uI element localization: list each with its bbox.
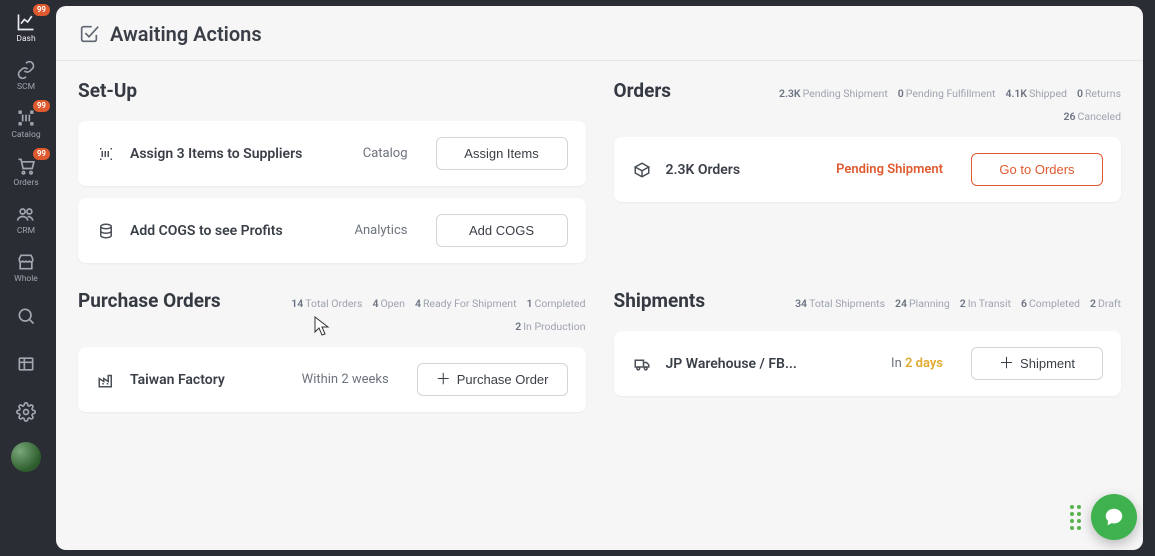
barcode-icon [96,144,116,164]
section-title: Shipments [614,289,706,312]
add-shipment-button[interactable]: ＋Shipment [971,347,1103,380]
orders-section: Orders 2.3KPending Shipment 0Pending Ful… [614,79,1122,275]
card-title: Taiwan Factory [130,372,290,388]
sidebar-item-label: Whole [14,274,38,284]
chart-line-icon [16,12,36,32]
shipments-card: JP Warehouse / FB... In 2 days ＋Shipment [614,331,1122,396]
badge: 99 [33,4,50,16]
sidebar-item-label: Catalog [11,130,40,140]
chat-icon [1103,506,1125,528]
section-title: Purchase Orders [78,289,221,312]
orders-stats: 2.3KPending Shipment 0Pending Fulfillmen… [761,87,1121,123]
users-icon [16,204,36,224]
card-sub: Catalog [363,146,408,161]
section-title: Set-Up [78,79,137,102]
card-title: JP Warehouse / FB... [666,356,880,372]
po-section: Purchase Orders 14Total Orders 4Open 4Re… [78,289,586,424]
card-sub: In 2 days [891,356,943,371]
main-panel: Awaiting Actions Set-Up Assign 3 Items t… [56,6,1143,550]
sidebar-item-crm[interactable]: CRM [4,198,48,242]
sidebar-item-orders[interactable]: 99 Orders [4,150,48,194]
avatar[interactable] [11,442,41,472]
card-sub: Within 2 weeks [302,372,389,387]
add-cogs-button[interactable]: Add COGS [436,214,568,247]
sidebar-item-label: CRM [17,226,35,236]
shipments-section: Shipments 34Total Shipments 24Planning 2… [614,289,1122,424]
database-icon [96,221,116,241]
section-title: Orders [614,79,672,102]
sidebar: 99 Dash SCM 99 Catalog 99 Orders CRM [0,0,52,556]
page-header: Awaiting Actions [56,6,1143,61]
sidebar-item-scm[interactable]: SCM [4,54,48,98]
barcode-icon [16,108,36,128]
factory-icon [96,370,116,390]
link-icon [16,60,36,80]
badge: 99 [33,148,50,160]
page-title: Awaiting Actions [110,22,262,46]
storefront-icon [16,252,36,272]
setup-card-cogs: Add COGS to see Profits Analytics Add CO… [78,198,586,263]
card-sub: Analytics [355,223,408,238]
gear-icon [16,402,36,422]
sidebar-item-label: Dash [16,34,35,44]
sidebar-item-label: Orders [13,178,38,188]
setup-section: Set-Up Assign 3 Items to Suppliers Catal… [78,79,586,275]
package-icon [632,160,652,180]
sidebar-item-label: SCM [17,82,35,92]
sidebar-item-catalog[interactable]: 99 Catalog [4,102,48,146]
setup-card-assign: Assign 3 Items to Suppliers Catalog Assi… [78,121,586,186]
badge: 99 [33,100,50,112]
drag-grip-icon[interactable] [1070,505,1081,530]
chat-fab[interactable] [1091,494,1137,540]
sidebar-item-dash[interactable]: 99 Dash [4,6,48,50]
card-title: Assign 3 Items to Suppliers [130,146,351,162]
truck-icon [632,354,652,374]
go-to-orders-button[interactable]: Go to Orders [971,153,1103,186]
sidebar-item-table[interactable] [4,342,48,386]
sidebar-item-settings[interactable] [4,390,48,434]
search-icon [16,306,36,326]
sidebar-item-wholesale[interactable]: Whole [4,246,48,290]
add-purchase-order-button[interactable]: ＋Purchase Order [417,363,568,396]
card-title: Add COGS to see Profits [130,223,343,239]
card-status: Pending Shipment [836,162,943,177]
orders-card: 2.3K Orders Pending Shipment Go to Order… [614,137,1122,202]
table-icon [16,354,36,374]
cart-icon [16,156,36,176]
shipments-stats: 34Total Shipments 24Planning 2In Transit… [795,297,1121,310]
sidebar-item-search[interactable] [4,294,48,338]
assign-items-button[interactable]: Assign Items [436,137,568,170]
po-card: Taiwan Factory Within 2 weeks ＋Purchase … [78,347,586,412]
checkbox-outline-icon [78,23,100,45]
po-stats: 14Total Orders 4Open 4Ready For Shipment… [266,297,586,333]
card-title: 2.3K Orders [666,162,825,178]
